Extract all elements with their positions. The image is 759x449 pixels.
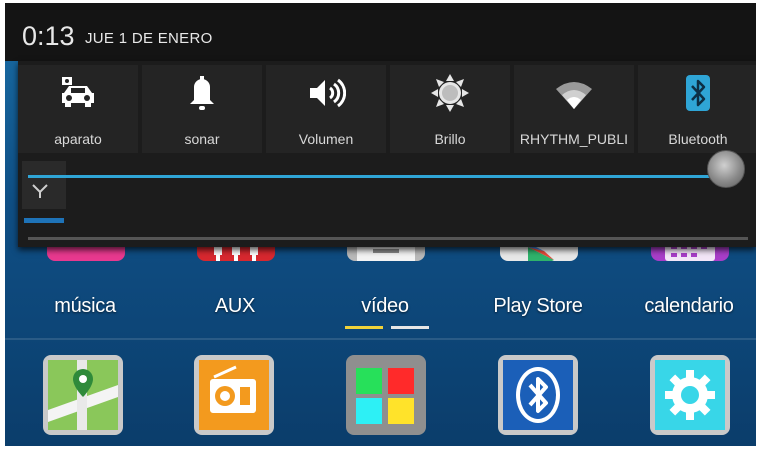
sun-icon <box>431 74 469 112</box>
car-icon <box>62 77 94 107</box>
app-label: música <box>54 295 116 317</box>
chevron-down-icon <box>32 184 48 198</box>
tile-device[interactable]: aparato <box>18 65 138 153</box>
tile-bluetooth[interactable]: Bluetooth <box>638 65 756 153</box>
android-screen: música AUX vídeo Play Store calendario 0… <box>5 3 756 446</box>
app-label: calendario <box>644 295 734 317</box>
panel-drag-handle[interactable] <box>28 237 748 240</box>
maps-icon[interactable] <box>43 355 123 435</box>
dock-divider <box>5 338 756 340</box>
bluetooth-icon <box>686 75 710 111</box>
page-indicator <box>391 326 429 329</box>
page-indicator-active <box>345 326 383 329</box>
tile-label: aparato <box>54 131 102 147</box>
app-label: Play Store <box>493 295 583 317</box>
tile-brightness[interactable]: Brillo <box>390 65 510 153</box>
panel-tab-indicator <box>24 218 64 223</box>
tile-volume[interactable]: Volumen <box>266 65 386 153</box>
settings-icon[interactable] <box>650 355 730 435</box>
clock: 0:13 <box>22 21 75 51</box>
tile-label: Brillo <box>434 131 466 147</box>
bluetooth-app-icon[interactable] <box>498 355 578 435</box>
status-bar: 0:13 JUE 1 DE ENERO <box>5 3 756 61</box>
bell-icon <box>190 76 214 110</box>
tile-label: RHYTHM_PUBLI <box>519 131 629 147</box>
apps-grid-icon[interactable] <box>346 355 426 435</box>
speaker-icon <box>310 78 346 108</box>
app-label: AUX <box>214 295 256 317</box>
brightness-slider[interactable] <box>28 175 740 178</box>
tile-wifi[interactable]: RHYTHM_PUBLI <box>514 65 634 153</box>
app-label: vídeo <box>361 295 409 317</box>
date: JUE 1 DE ENERO <box>85 30 213 47</box>
tile-label: Bluetooth <box>668 131 728 147</box>
wifi-icon <box>556 82 592 109</box>
brightness-slider-thumb[interactable] <box>706 150 745 188</box>
tile-label: sonar <box>184 131 220 147</box>
tile-label: Volumen <box>298 131 354 147</box>
quick-settings-panel: aparato sonar Volumen Brillo RHYTHM_PUBL… <box>18 61 756 247</box>
tile-ring[interactable]: sonar <box>142 65 262 153</box>
radio-icon[interactable] <box>194 355 274 435</box>
